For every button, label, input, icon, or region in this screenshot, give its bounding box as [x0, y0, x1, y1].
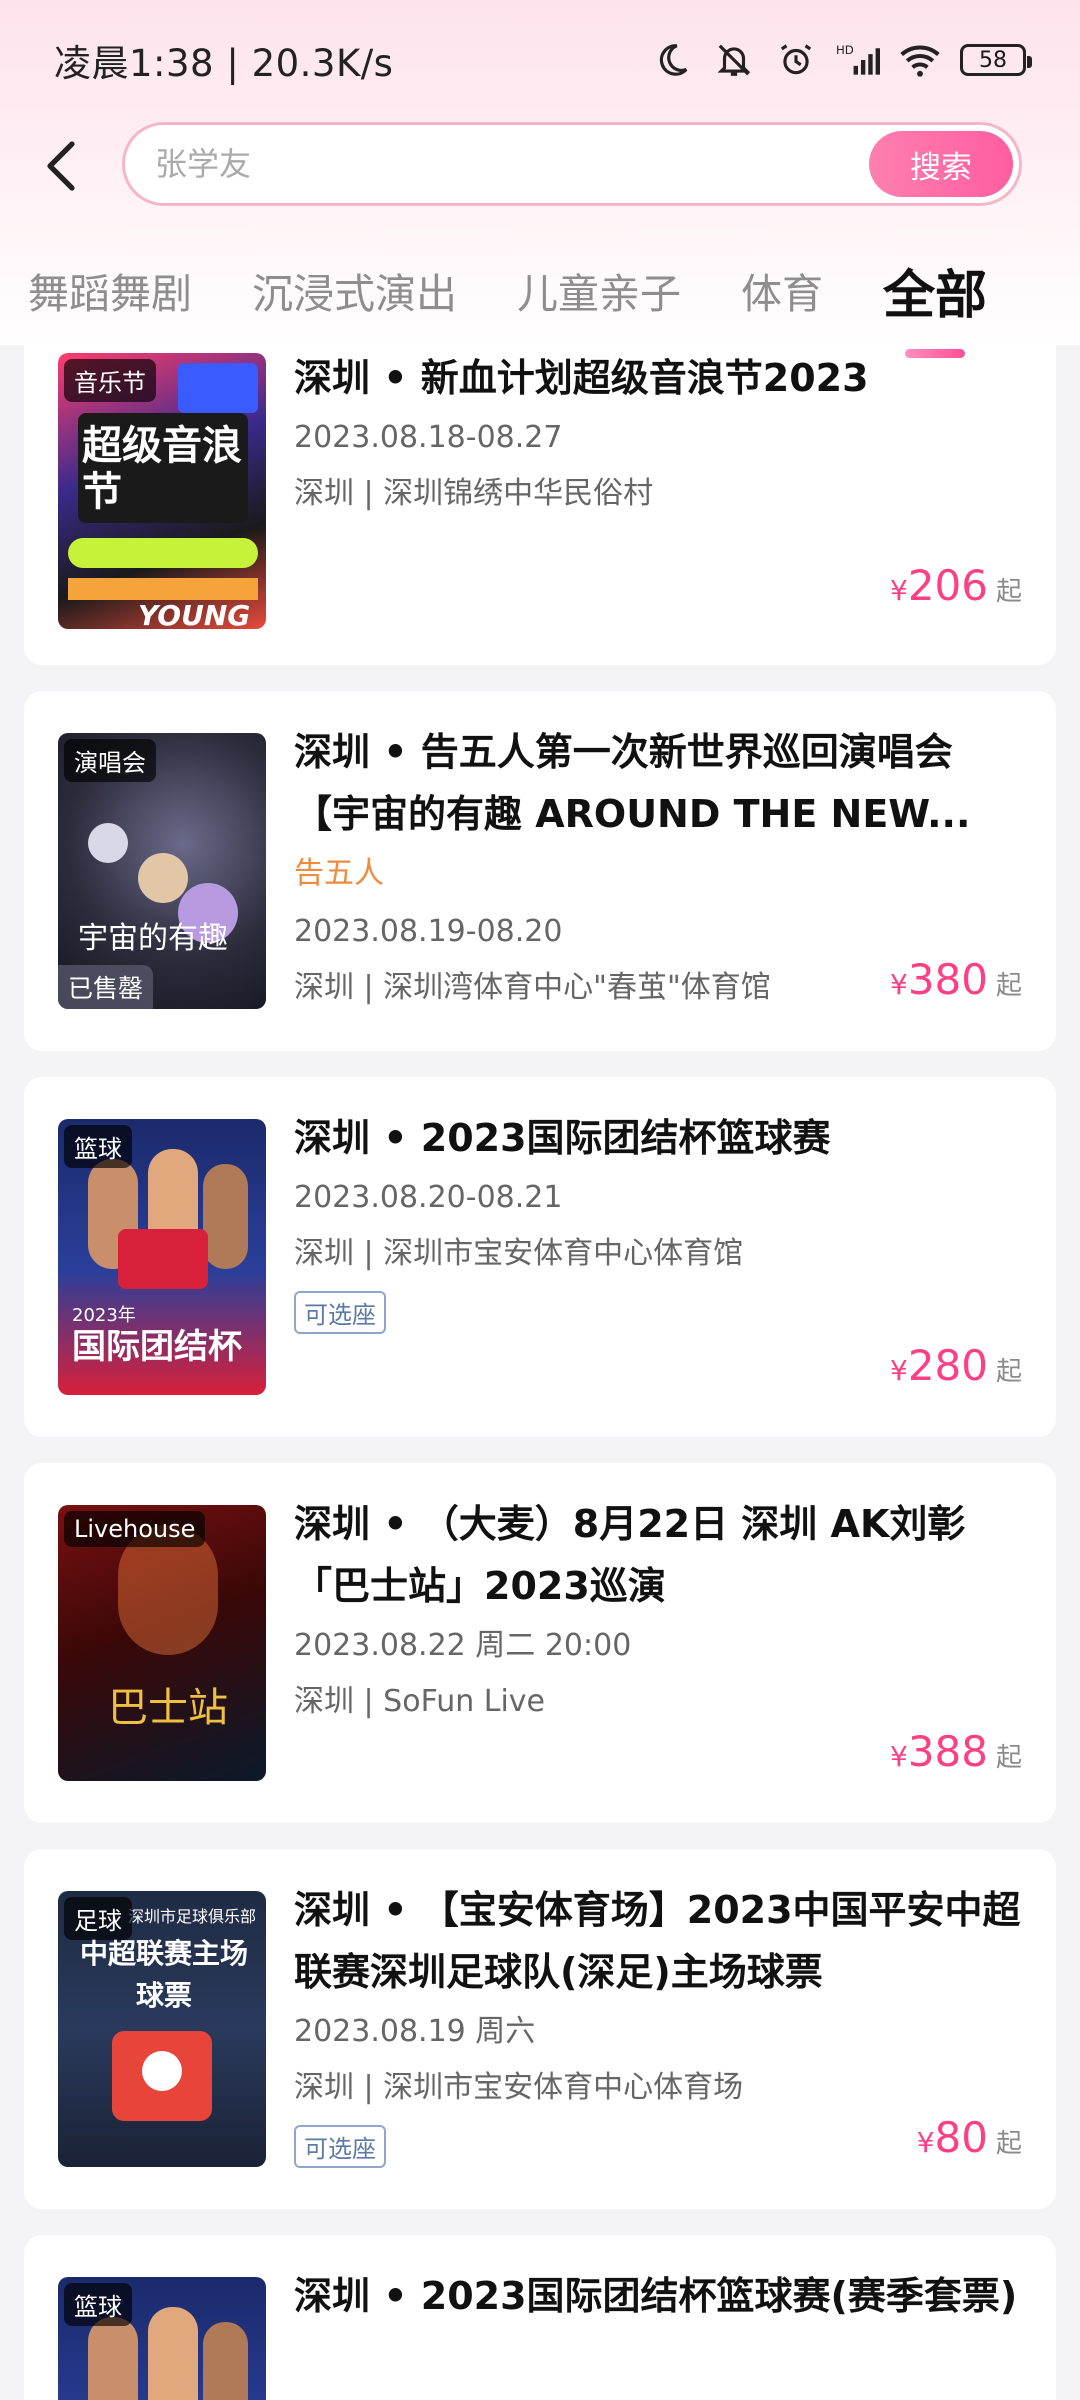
- currency-symbol: ¥: [916, 2126, 935, 2159]
- event-card[interactable]: 2023年 国际团结杯 篮球 深圳 • 2023国际团结杯篮球赛 2023.08…: [24, 1077, 1056, 1437]
- event-info: 深圳 • （大麦）8月22日 深圳 AK刘彰「巴士站」2023巡演 2023.0…: [294, 1493, 1034, 1729]
- tab-dance[interactable]: 舞蹈舞剧: [28, 260, 192, 320]
- price-suffix: 起: [995, 577, 1022, 607]
- back-arrow-icon[interactable]: [32, 136, 92, 196]
- event-title: 深圳 • 2023国际团结杯篮球赛(赛季套票): [294, 2274, 1018, 2318]
- seat-selectable-tag: 可选座: [294, 1291, 386, 1334]
- event-poster: 宇宙的有趣 演唱会 已售罄: [58, 733, 266, 1009]
- active-tab-indicator: [905, 348, 965, 358]
- event-card[interactable]: 篮球 深圳 • 2023国际团结杯篮球赛(赛季套票): [24, 2235, 1056, 2400]
- price-value: 80: [934, 2113, 988, 2162]
- price-value: 280: [907, 1341, 988, 1390]
- battery-indicator: 58: [960, 44, 1032, 76]
- svg-text:HD: HD: [836, 43, 854, 57]
- tab-kids[interactable]: 儿童亲子: [517, 260, 681, 320]
- poster-title: 宇宙的有趣: [78, 921, 228, 956]
- battery-level: 58: [979, 47, 1007, 73]
- status-time: 凌晨1:38 | 20.3K/s: [54, 42, 394, 85]
- event-title: 深圳 • （大麦）8月22日 深圳 AK刘彰「巴士站」2023巡演: [294, 1502, 966, 1608]
- event-info: 深圳 • 新血计划超级音浪节2023 2023.08.18-08.27 深圳 |…: [294, 347, 1034, 521]
- tab-immersive[interactable]: 沉浸式演出: [252, 260, 457, 320]
- search-box: 搜索: [122, 122, 1022, 206]
- event-date: 2023.08.20-08.21: [294, 1180, 563, 1215]
- tab-all[interactable]: 全部: [883, 253, 988, 358]
- event-info: 深圳 • 2023国际团结杯篮球赛(赛季套票): [294, 2265, 1034, 2327]
- price-value: 380: [907, 955, 988, 1004]
- event-venue: 深圳 | 深圳锦绣中华民俗村: [294, 476, 654, 511]
- category-badge: 演唱会: [64, 739, 156, 782]
- event-title: 深圳 • 告五人第一次新世界巡回演唱会 【宇宙的有趣 AROUND THE NE…: [294, 730, 971, 836]
- event-date: 2023.08.22 周二 20:00: [294, 1628, 632, 1663]
- bell-off-icon: [712, 38, 756, 82]
- event-poster: 篮球: [58, 2277, 266, 2400]
- tab-all-label: 全部: [883, 265, 988, 326]
- currency-symbol: ¥: [889, 1740, 908, 1773]
- price-value: 388: [907, 1727, 988, 1776]
- price-value: 206: [907, 561, 988, 610]
- event-card[interactable]: 深圳市足球俱乐部 中超联赛主场球票 足球 深圳 • 【宝安体育场】2023中国平…: [24, 1849, 1056, 2209]
- event-card[interactable]: 宇宙的有趣 演唱会 已售罄 深圳 • 告五人第一次新世界巡回演唱会 【宇宙的有趣…: [24, 691, 1056, 1051]
- category-badge: 篮球: [64, 2283, 132, 2326]
- price-suffix: 起: [995, 2129, 1022, 2159]
- event-date: 2023.08.18-08.27: [294, 420, 563, 455]
- event-price: ¥ 206 起: [890, 561, 1022, 610]
- event-date: 2023.08.19-08.20: [294, 914, 563, 949]
- event-price: ¥ 388 起: [890, 1727, 1022, 1776]
- status-icons: HD 58: [650, 38, 1032, 82]
- search-button[interactable]: 搜索: [869, 131, 1013, 197]
- event-poster: 巴士站 Livehouse: [58, 1505, 266, 1781]
- search-bar: 搜索: [0, 120, 1080, 210]
- wifi-icon: [898, 38, 942, 82]
- event-poster: 2023年 国际团结杯 篮球: [58, 1119, 266, 1395]
- event-card[interactable]: 巴士站 Livehouse 深圳 • （大麦）8月22日 深圳 AK刘彰「巴士站…: [24, 1463, 1056, 1823]
- category-badge: 篮球: [64, 1125, 132, 1168]
- event-price: ¥ 280 起: [890, 1341, 1022, 1390]
- price-suffix: 起: [995, 1743, 1022, 1773]
- alarm-icon: [774, 38, 818, 82]
- poster-title: 中超联赛主场球票: [79, 1937, 248, 2012]
- poster-title: 超级音浪节: [82, 423, 242, 515]
- category-badge: 足球: [64, 1897, 132, 1940]
- event-venue: 深圳 | 深圳市宝安体育中心体育馆: [294, 1236, 744, 1271]
- event-poster: 超级音浪节 YOUNG 音乐节: [58, 353, 266, 629]
- poster-title: 国际团结杯: [72, 1327, 242, 1367]
- seat-selectable-tag: 可选座: [294, 2125, 386, 2168]
- signal-icon: HD: [836, 38, 880, 82]
- currency-symbol: ¥: [889, 968, 908, 1001]
- event-date: 2023.08.19 周六: [294, 2014, 536, 2049]
- price-suffix: 起: [995, 971, 1022, 1001]
- event-venue: 深圳 | SoFun Live: [294, 1684, 546, 1719]
- currency-symbol: ¥: [889, 574, 908, 607]
- price-suffix: 起: [995, 1357, 1022, 1387]
- status-bar: 凌晨1:38 | 20.3K/s HD 58: [0, 0, 1080, 120]
- event-poster: 深圳市足球俱乐部 中超联赛主场球票 足球: [58, 1891, 266, 2167]
- event-info: 深圳 • 2023国际团结杯篮球赛 2023.08.20-08.21 深圳 | …: [294, 1107, 1034, 1334]
- currency-symbol: ¥: [889, 1354, 908, 1387]
- category-badge: Livehouse: [64, 1511, 206, 1547]
- sold-out-badge: 已售罄: [58, 965, 154, 1009]
- event-title: 深圳 • 2023国际团结杯篮球赛: [294, 1116, 831, 1160]
- moon-icon: [650, 38, 694, 82]
- event-artist: 告五人: [294, 856, 384, 891]
- poster-title: 巴士站: [108, 1685, 228, 1731]
- event-title: 深圳 • 【宝安体育场】2023中国平安中超联赛深圳足球队(深足)主场球票: [294, 1888, 1021, 1994]
- event-price: ¥ 380 起: [890, 955, 1022, 1004]
- top-header: 凌晨1:38 | 20.3K/s HD 58 张学友 搜索 舞蹈舞剧 沉浸式演出…: [0, 0, 1080, 358]
- category-badge: 音乐节: [64, 359, 156, 402]
- category-tabs: 舞蹈舞剧 沉浸式演出 儿童亲子 体育 全部: [0, 240, 1080, 358]
- tab-sports[interactable]: 体育: [741, 260, 823, 320]
- poster-subtitle: YOUNG: [138, 599, 251, 629]
- poster-subtitle: 深圳市足球俱乐部: [128, 1907, 257, 1926]
- event-venue: 深圳 | 深圳市宝安体育中心体育场: [294, 2070, 744, 2105]
- event-card[interactable]: 超级音浪节 YOUNG 音乐节 深圳 • 新血计划超级音浪节2023 2023.…: [24, 325, 1056, 665]
- search-input[interactable]: [155, 145, 815, 183]
- event-price: ¥ 80 起: [917, 2113, 1022, 2162]
